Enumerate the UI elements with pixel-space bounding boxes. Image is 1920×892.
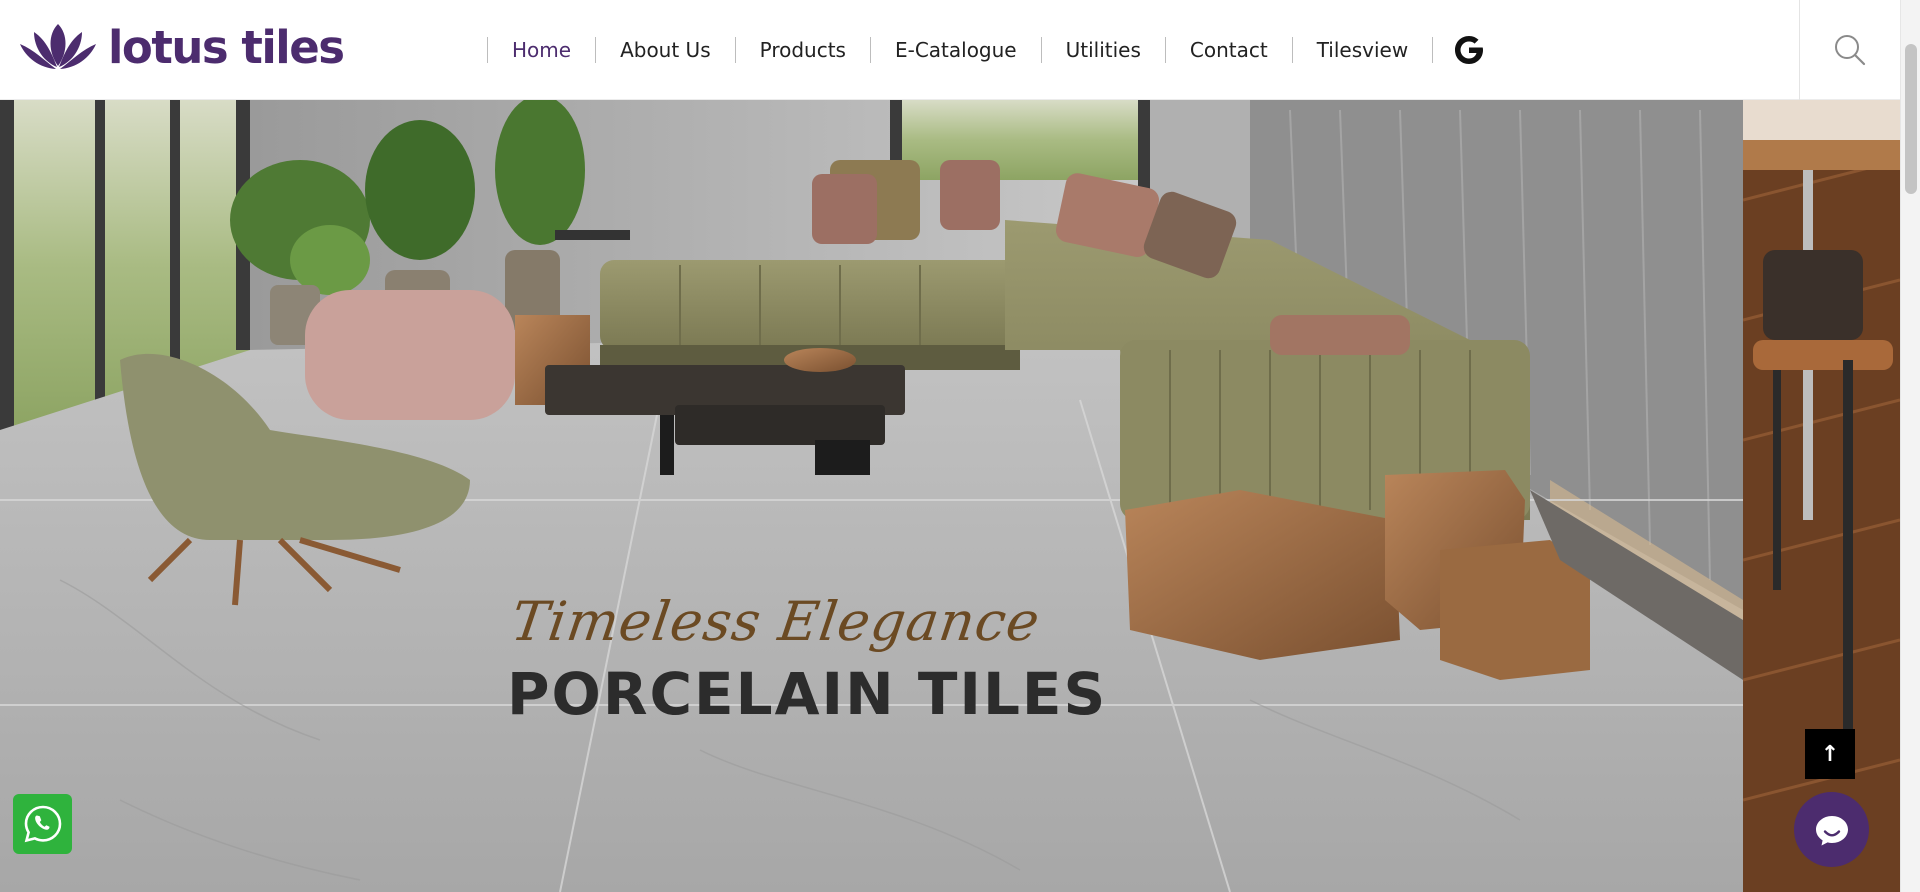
nav-item-contact[interactable]: Contact bbox=[1166, 36, 1292, 64]
brand-name: lotus tiles bbox=[108, 20, 345, 74]
whatsapp-icon bbox=[24, 805, 61, 843]
whatsapp-button[interactable] bbox=[13, 794, 72, 854]
nav-item-tilesview[interactable]: Tilesview bbox=[1293, 36, 1433, 64]
nav-item-products[interactable]: Products bbox=[736, 36, 870, 64]
search-button[interactable] bbox=[1799, 0, 1900, 100]
site-logo[interactable]: lotus tiles bbox=[20, 20, 345, 74]
main-nav: Home About Us Products E-Catalogue Utili… bbox=[487, 36, 1505, 64]
living-room-scene bbox=[0, 100, 1743, 892]
google-link[interactable] bbox=[1433, 32, 1505, 68]
hero-slide-image: Timeless Elegance PORCELAIN TILES bbox=[0, 100, 1743, 892]
chat-button[interactable] bbox=[1794, 792, 1869, 867]
hero-tagline: Timeless Elegance bbox=[507, 590, 1045, 653]
search-icon bbox=[1835, 35, 1866, 66]
lotus-flower-icon bbox=[20, 24, 96, 69]
nav-item-e-catalogue[interactable]: E-Catalogue bbox=[871, 36, 1041, 64]
hero-title: PORCELAIN TILES bbox=[507, 660, 1108, 728]
back-to-top-button[interactable]: ↑ bbox=[1805, 729, 1855, 779]
site-header: lotus tiles Home About Us Products E-Cat… bbox=[0, 0, 1900, 100]
nav-item-utilities[interactable]: Utilities bbox=[1042, 36, 1165, 64]
page-scrollbar[interactable] bbox=[1900, 0, 1920, 892]
google-g-icon bbox=[1455, 36, 1484, 64]
chat-bubble-icon bbox=[1815, 815, 1848, 845]
scrollbar-thumb[interactable] bbox=[1905, 44, 1917, 194]
nav-item-home[interactable]: Home bbox=[488, 36, 595, 64]
arrow-up-icon: ↑ bbox=[1820, 741, 1840, 767]
hero-slider[interactable]: Timeless Elegance PORCELAIN TILES bbox=[0, 100, 1900, 892]
nav-item-about-us[interactable]: About Us bbox=[596, 36, 735, 64]
